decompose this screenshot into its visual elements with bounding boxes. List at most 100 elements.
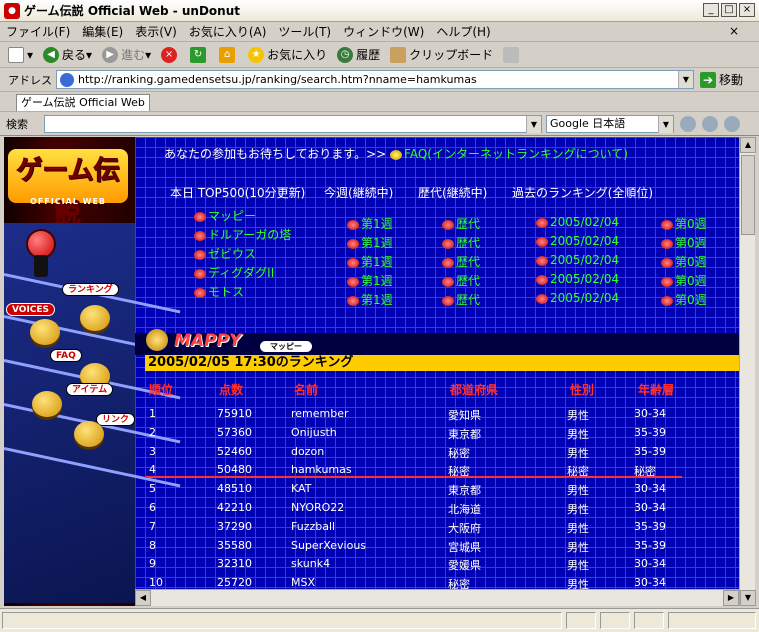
search-icon[interactable] bbox=[680, 116, 696, 132]
red-coin-icon bbox=[194, 268, 206, 279]
tab-gamedensetsu[interactable]: ゲーム伝説 Official Web bbox=[16, 94, 150, 111]
alltime-link[interactable]: 歴代 bbox=[442, 215, 480, 232]
menu-edit[interactable]: 編集(E) bbox=[82, 23, 123, 40]
menu-tools[interactable]: ツール(T) bbox=[278, 23, 331, 40]
minimize-button[interactable]: _ bbox=[703, 3, 719, 17]
nav-voices[interactable]: VOICES bbox=[6, 303, 56, 316]
search-dropdown-icon[interactable]: ▼ bbox=[526, 116, 541, 133]
week-link[interactable]: 第1週 bbox=[347, 272, 393, 289]
stop-button[interactable]: × bbox=[161, 46, 180, 63]
voices-button-icon[interactable] bbox=[30, 319, 60, 345]
new-page-button[interactable]: ▾ bbox=[8, 46, 33, 63]
table-cell: NYORO22 bbox=[291, 501, 345, 514]
back-button[interactable]: ◀ 戻る ▾ bbox=[43, 46, 92, 63]
clipboard-button[interactable]: クリップボード bbox=[390, 46, 493, 63]
link-button-icon[interactable] bbox=[74, 421, 104, 447]
menu-view[interactable]: 表示(V) bbox=[135, 23, 177, 40]
nav-ranking[interactable]: ランキング bbox=[62, 283, 119, 296]
scroll-down-icon[interactable]: ▼ bbox=[740, 590, 756, 606]
past-date-link[interactable]: 2005/02/04 bbox=[536, 215, 619, 229]
menu-file[interactable]: ファイル(F) bbox=[6, 23, 70, 40]
red-coin-icon bbox=[536, 217, 548, 228]
week-link[interactable]: 第1週 bbox=[347, 215, 393, 232]
table-cell: 9 bbox=[149, 557, 156, 571]
search-input[interactable]: ▼ bbox=[44, 115, 542, 133]
search-page-icon[interactable] bbox=[702, 116, 718, 132]
alltime-link[interactable]: 歴代 bbox=[442, 272, 480, 289]
past-date-link[interactable]: 2005/02/04 bbox=[536, 272, 619, 286]
nav-item[interactable]: アイテム bbox=[66, 383, 114, 396]
menu-help[interactable]: ヘルプ(H) bbox=[436, 23, 490, 40]
past-week-link[interactable]: 第0週 bbox=[661, 215, 707, 232]
scroll-right-icon[interactable]: ▶ bbox=[723, 590, 739, 606]
table-cell: 男性 bbox=[567, 409, 589, 422]
history-button[interactable]: ◷ 履歴 bbox=[337, 46, 380, 63]
close-tab-icon[interactable]: × bbox=[729, 24, 739, 38]
past-week-link[interactable]: 第0週 bbox=[661, 291, 707, 308]
home-button[interactable]: ⌂ bbox=[219, 46, 238, 63]
past-date-link[interactable]: 2005/02/04 bbox=[536, 253, 619, 267]
address-input[interactable]: http://ranking.gamedensetsu.jp/ranking/s… bbox=[56, 70, 694, 89]
game-link[interactable]: マッピー bbox=[194, 207, 256, 224]
scroll-thumb[interactable] bbox=[741, 155, 755, 235]
red-coin-icon bbox=[442, 238, 454, 249]
maximize-button[interactable]: □ bbox=[721, 3, 737, 17]
alltime-link[interactable]: 歴代 bbox=[442, 234, 480, 251]
table-cell: 男性 bbox=[567, 484, 589, 498]
table-cell: 男性 bbox=[567, 540, 589, 554]
menu-favorites[interactable]: お気に入り(A) bbox=[189, 23, 267, 40]
vertical-scrollbar[interactable]: ▲ ▼ bbox=[739, 137, 756, 606]
past-week-link[interactable]: 第0週 bbox=[661, 253, 707, 270]
search-engine-select[interactable]: Google 日本語 ▼ bbox=[546, 115, 674, 133]
go-button[interactable]: ➔ 移動 bbox=[700, 71, 743, 88]
col-age: 年齢層 bbox=[638, 383, 675, 397]
site-logo[interactable]: ゲーム伝説 OFFICIAL WEB bbox=[8, 149, 128, 231]
alltime-link[interactable]: 歴代 bbox=[442, 291, 480, 308]
status-bar bbox=[0, 608, 759, 632]
game-link[interactable]: モトス bbox=[194, 283, 244, 300]
toolbar: ▾ ◀ 戻る ▾ ▶ 進む ▾ × ↻ ⌂ ★ お気に入り ◷ 履歴 クリップボード bbox=[0, 42, 759, 68]
past-week-link[interactable]: 第0週 bbox=[661, 234, 707, 251]
red-coin-icon bbox=[661, 238, 673, 249]
past-date-link[interactable]: 2005/02/04 bbox=[536, 234, 619, 248]
nav-faq[interactable]: FAQ bbox=[50, 349, 82, 362]
week-link[interactable]: 第1週 bbox=[347, 234, 393, 251]
table-cell: 北海道 bbox=[448, 503, 481, 516]
address-dropdown-icon[interactable]: ▼ bbox=[678, 71, 693, 88]
table-cell: 6 bbox=[149, 501, 156, 514]
past-date-link[interactable]: 2005/02/04 bbox=[536, 291, 619, 305]
clipboard-label: クリップボード bbox=[409, 48, 494, 62]
past-week-link[interactable]: 第0週 bbox=[661, 272, 707, 289]
week-link[interactable]: 第1週 bbox=[347, 253, 393, 270]
game-link[interactable]: ゼビウス bbox=[194, 245, 256, 262]
table-cell: 7 bbox=[149, 519, 156, 533]
horizontal-scrollbar[interactable]: ◀ ▶ bbox=[135, 589, 739, 606]
print-button[interactable] bbox=[503, 46, 522, 63]
item-button-icon[interactable] bbox=[32, 391, 62, 417]
search-label: 検索 bbox=[6, 117, 28, 131]
week-link-label: 第1週 bbox=[361, 255, 393, 269]
faq-link[interactable]: FAQ(インターネットランキングについて) bbox=[404, 147, 628, 161]
highlight-underline bbox=[145, 476, 682, 478]
stop-icon: × bbox=[161, 46, 178, 63]
favorites-button[interactable]: ★ お気に入り bbox=[248, 46, 327, 63]
engine-dropdown-icon[interactable]: ▼ bbox=[658, 116, 673, 133]
nav-link[interactable]: リンク bbox=[96, 413, 135, 426]
close-button[interactable]: × bbox=[739, 3, 755, 17]
menu-window[interactable]: ウィンドウ(W) bbox=[343, 23, 424, 40]
ranking-button-icon[interactable] bbox=[80, 305, 110, 331]
game-link[interactable]: ディグダグII bbox=[194, 264, 274, 281]
game-link[interactable]: ドルアーガの塔 bbox=[194, 226, 291, 243]
page-icon bbox=[60, 72, 74, 87]
week-link[interactable]: 第1週 bbox=[347, 291, 393, 308]
table-cell: 42210 bbox=[217, 501, 252, 514]
go-label: 移動 bbox=[719, 73, 744, 87]
scroll-left-icon[interactable]: ◀ bbox=[135, 590, 151, 606]
scroll-up-icon[interactable]: ▲ bbox=[740, 137, 756, 153]
col-rank: 順位 bbox=[149, 383, 174, 397]
forward-button[interactable]: ▶ 進む ▾ bbox=[102, 46, 151, 63]
past-date-link-label: 2005/02/04 bbox=[550, 234, 620, 248]
highlight-icon[interactable] bbox=[724, 116, 740, 132]
refresh-button[interactable]: ↻ bbox=[190, 46, 209, 63]
alltime-link[interactable]: 歴代 bbox=[442, 253, 480, 270]
